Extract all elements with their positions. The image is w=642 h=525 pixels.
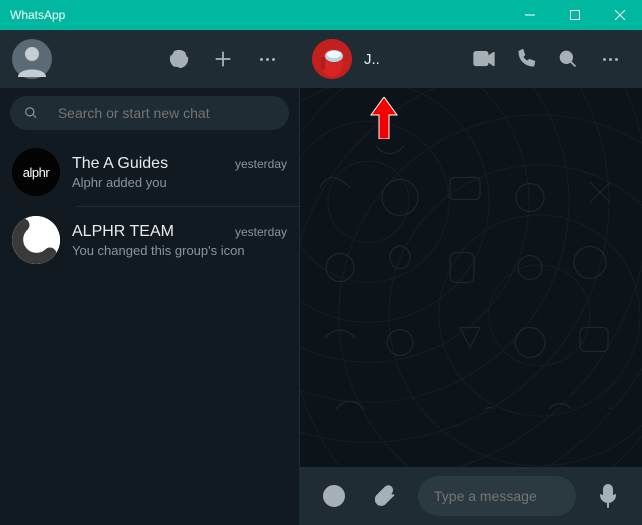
chat-message: You changed this group's icon: [72, 243, 287, 258]
emoji-icon[interactable]: [314, 476, 354, 516]
mic-icon[interactable]: [588, 476, 628, 516]
chat-avatar: [12, 216, 60, 264]
left-panel: alphr The A Guides yesterday Alphr added…: [0, 30, 300, 525]
contact-avatar[interactable]: [312, 39, 352, 79]
titlebar: WhatsApp: [0, 0, 642, 30]
left-header: [0, 30, 299, 88]
annotation-arrow: [369, 97, 399, 144]
search-icon: [24, 105, 38, 121]
chat-search-icon[interactable]: [548, 39, 588, 79]
chat-background: [300, 146, 642, 409]
message-box[interactable]: [418, 476, 576, 516]
chat-name: The A Guides: [72, 155, 168, 173]
menu-icon[interactable]: [247, 39, 287, 79]
maximize-button[interactable]: [552, 0, 597, 30]
chat-header[interactable]: J..: [300, 30, 642, 88]
attach-icon[interactable]: [366, 476, 406, 516]
message-input[interactable]: [434, 488, 560, 504]
chat-item[interactable]: ALPHR TEAM yesterday You changed this gr…: [0, 206, 299, 274]
window-title: WhatsApp: [0, 8, 65, 22]
chat-body: [300, 88, 642, 467]
video-call-icon[interactable]: [464, 39, 504, 79]
chat-time: yesterday: [235, 225, 287, 239]
right-panel: J..: [300, 30, 642, 525]
user-avatar[interactable]: [12, 39, 52, 79]
window-controls: [507, 0, 642, 30]
message-input-bar: [300, 467, 642, 525]
minimize-button[interactable]: [507, 0, 552, 30]
search-box[interactable]: [10, 96, 289, 130]
voice-call-icon[interactable]: [506, 39, 546, 79]
chat-message: Alphr added you: [72, 175, 287, 190]
search-wrap: [0, 88, 299, 138]
status-icon[interactable]: [159, 39, 199, 79]
new-chat-icon[interactable]: [203, 39, 243, 79]
chat-item[interactable]: alphr The A Guides yesterday Alphr added…: [0, 138, 299, 206]
search-input[interactable]: [58, 105, 275, 121]
chat-list: alphr The A Guides yesterday Alphr added…: [0, 138, 299, 525]
chat-avatar: alphr: [12, 148, 60, 196]
chat-name: ALPHR TEAM: [72, 223, 174, 241]
app-body: alphr The A Guides yesterday Alphr added…: [0, 30, 642, 525]
close-button[interactable]: [597, 0, 642, 30]
chat-menu-icon[interactable]: [590, 39, 630, 79]
contact-name: J..: [364, 51, 380, 68]
chat-time: yesterday: [235, 157, 287, 171]
